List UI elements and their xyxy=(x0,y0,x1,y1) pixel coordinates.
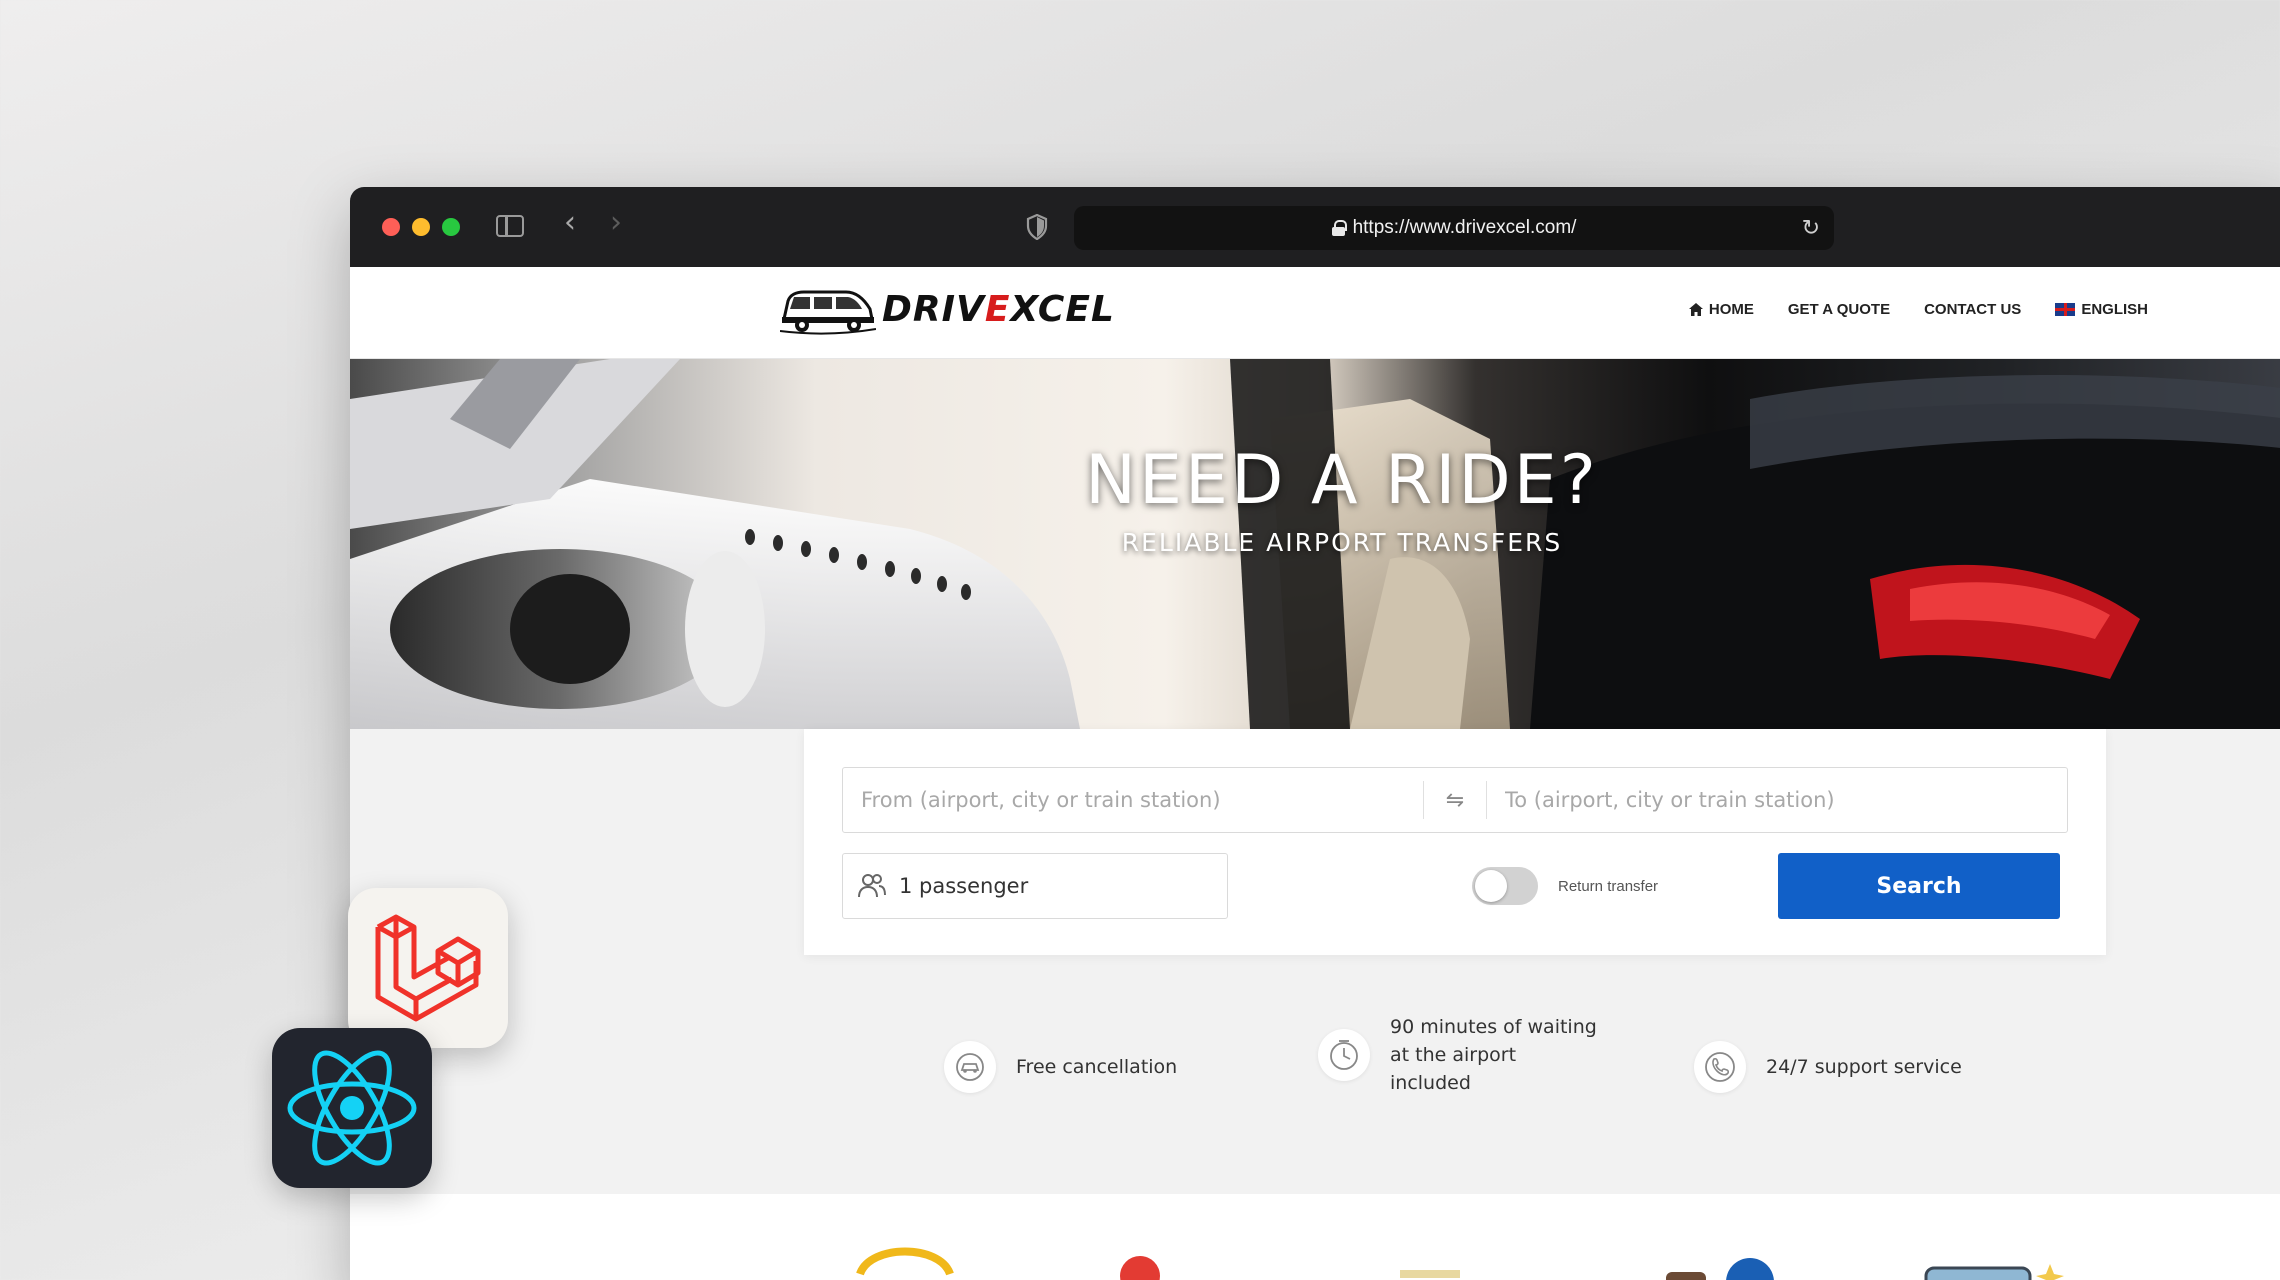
logo-text-accent: E xyxy=(984,288,1011,330)
logo-text-tail: XCEL xyxy=(1010,288,1115,330)
transfer-search-form: ⇋ 1 passenger Return transfer Search xyxy=(804,729,2106,955)
feature-free-cancellation-text: Free cancellation xyxy=(1016,1056,1178,1078)
sidebar-toggle-icon[interactable] xyxy=(496,215,524,237)
nav-language-label: ENGLISH xyxy=(2081,301,2148,318)
react-logo-tile xyxy=(272,1028,432,1188)
return-transfer-option: Return transfer xyxy=(1472,867,1658,905)
category-illustrations xyxy=(856,1247,2064,1280)
laravel-logo-tile xyxy=(348,888,508,1048)
phone-icon xyxy=(1694,1041,1746,1093)
site-header: DRIVEXCEL HOME GET A QUOTE CONTACT US EN… xyxy=(350,267,2280,359)
minimize-window-button[interactable] xyxy=(412,218,430,236)
reload-icon[interactable]: ↻ xyxy=(1802,216,1820,241)
nav-home-label: HOME xyxy=(1708,301,1754,318)
site-logo[interactable]: DRIVEXCEL xyxy=(780,283,1115,335)
feature-waiting-line-3: included xyxy=(1390,1072,1471,1094)
react-logo-icon xyxy=(287,1050,417,1166)
feature-support: 24/7 support service xyxy=(1694,1041,1962,1093)
address-bar[interactable]: https://www.drivexcel.com/ ↻ xyxy=(1074,206,1834,250)
hero-title: NEED A RIDE? xyxy=(1085,441,1599,520)
hero-subtitle: RELIABLE AIRPORT TRANSFERS xyxy=(1121,528,1563,557)
clock-icon xyxy=(1318,1029,1370,1081)
feature-waiting-line-2: at the airport xyxy=(1390,1044,1517,1066)
nav-home-link[interactable]: HOME xyxy=(1688,301,1754,318)
main-content: ⇋ 1 passenger Return transfer Search xyxy=(350,729,2280,1189)
nav-language-link[interactable]: ENGLISH xyxy=(2055,301,2148,318)
url-text: https://www.drivexcel.com/ xyxy=(1352,217,1577,238)
maximize-window-button[interactable] xyxy=(442,218,460,236)
car-cancel-icon xyxy=(944,1041,996,1093)
return-transfer-toggle[interactable] xyxy=(1472,867,1538,905)
from-location-input[interactable] xyxy=(843,768,1423,832)
back-arrow-icon[interactable]: ‹ xyxy=(564,205,576,240)
search-button[interactable]: Search xyxy=(1778,853,2060,919)
feature-support-text: 24/7 support service xyxy=(1766,1056,1962,1078)
window-controls xyxy=(382,218,460,236)
passengers-icon xyxy=(858,874,886,898)
lock-icon xyxy=(1331,220,1347,236)
nav-get-quote-label: GET A QUOTE xyxy=(1787,301,1891,318)
nav-contact-label: CONTACT US xyxy=(1924,301,2022,318)
browser-toolbar: ‹ › https://www.drivexcel.com/ ↻ xyxy=(350,187,2280,267)
feature-waiting-line-1: 90 minutes of waiting xyxy=(1390,1016,1597,1038)
main-navigation: HOME GET A QUOTE CONTACT US ENGLISH xyxy=(1688,301,2148,318)
forward-arrow-icon[interactable]: › xyxy=(610,205,622,240)
home-icon xyxy=(1688,303,1703,316)
nav-get-quote-link[interactable]: GET A QUOTE xyxy=(1788,301,1890,318)
browser-window: ‹ › https://www.drivexcel.com/ ↻ DRIVEXC… xyxy=(350,187,2280,1280)
hero-banner: NEED A RIDE? RELIABLE AIRPORT TRANSFERS xyxy=(350,359,2280,729)
hero-heading-group: NEED A RIDE? RELIABLE AIRPORT TRANSFERS xyxy=(394,441,2280,557)
laravel-logo-icon xyxy=(375,914,481,1022)
privacy-shield-icon[interactable] xyxy=(1026,214,1048,240)
close-window-button[interactable] xyxy=(382,218,400,236)
features-row: Free cancellation 90 minutes of waiting … xyxy=(350,1016,2280,1129)
passenger-selector[interactable]: 1 passenger xyxy=(842,853,1228,919)
feature-waiting-time: 90 minutes of waiting at the airport inc… xyxy=(1318,1013,1597,1097)
route-inputs: ⇋ xyxy=(842,767,2068,833)
feature-waiting-time-text: 90 minutes of waiting at the airport inc… xyxy=(1390,1013,1597,1097)
logo-wordmark: DRIVEXCEL xyxy=(882,289,1115,330)
return-transfer-label: Return transfer xyxy=(1558,877,1659,895)
to-location-input[interactable] xyxy=(1487,768,2067,832)
uk-flag-icon xyxy=(2055,303,2076,316)
feature-free-cancellation: Free cancellation xyxy=(944,1041,1177,1093)
lower-section xyxy=(350,1194,2280,1280)
passenger-count: 1 passenger xyxy=(899,874,1029,898)
nav-contact-link[interactable]: CONTACT US xyxy=(1924,301,2021,318)
logo-text-main: DRIV xyxy=(882,288,985,330)
van-logo-icon xyxy=(780,290,876,335)
swap-locations-icon[interactable]: ⇋ xyxy=(1423,781,1487,819)
